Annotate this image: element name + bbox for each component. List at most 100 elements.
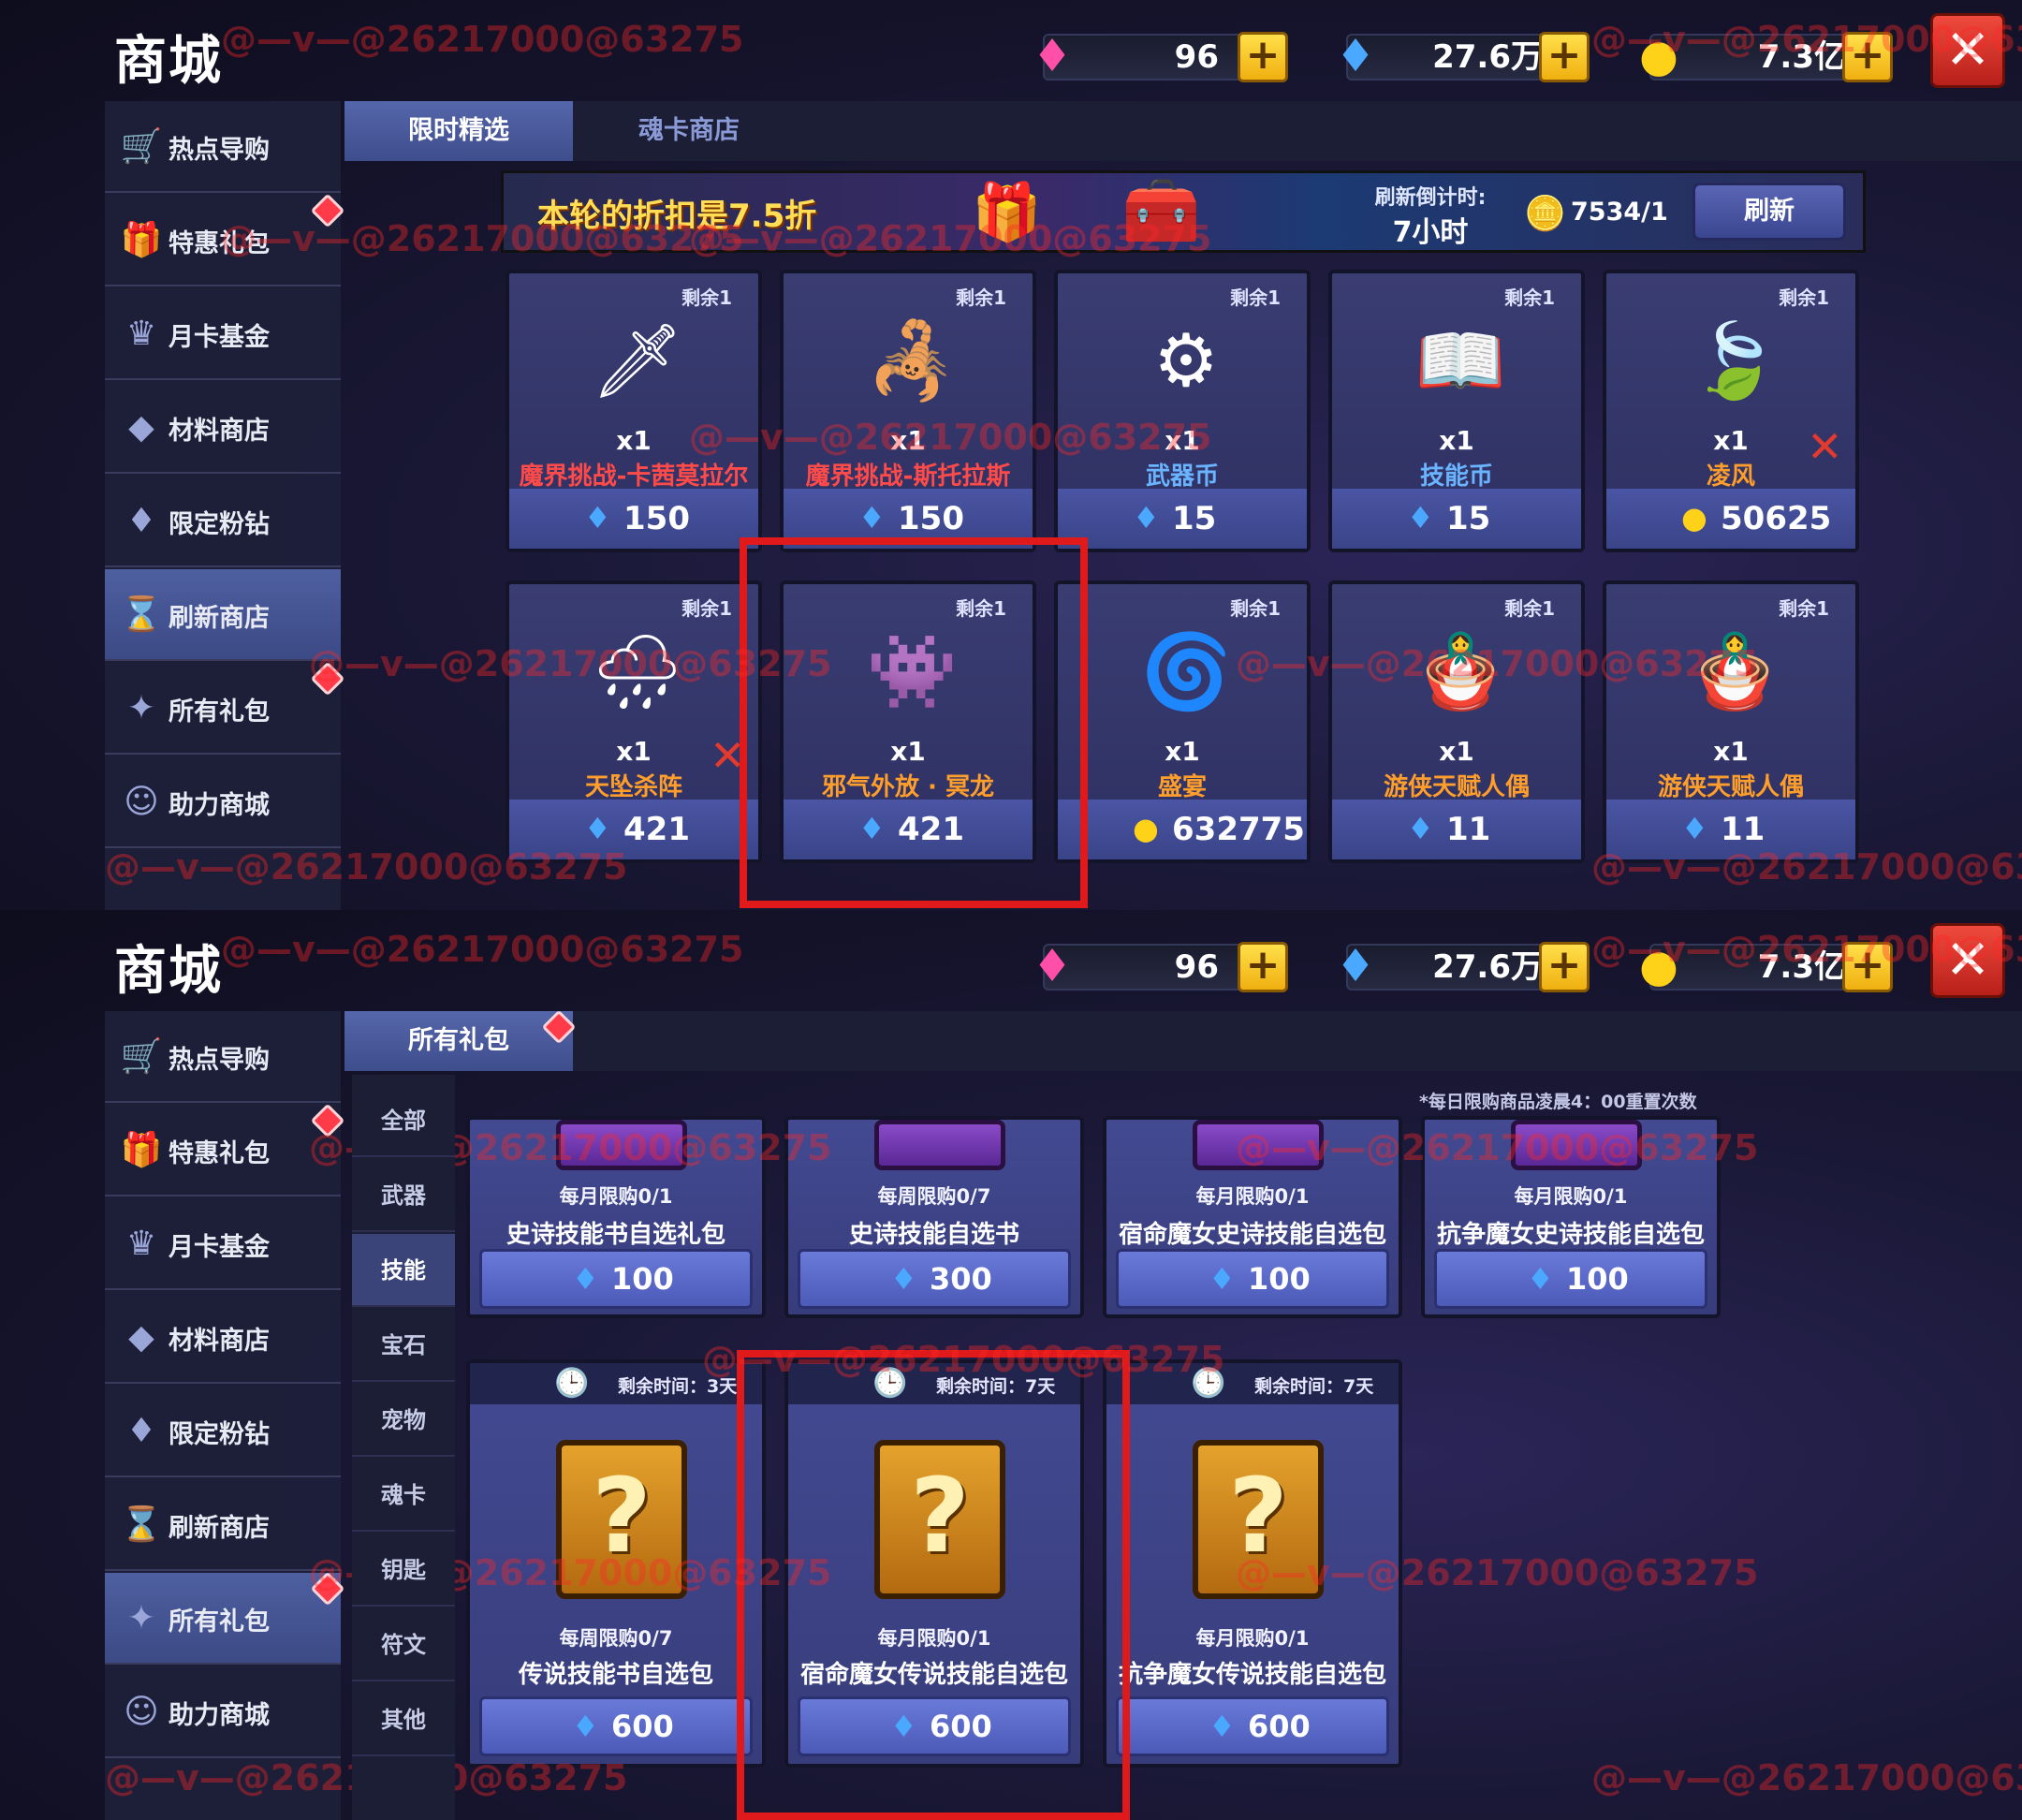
add-diamond-button[interactable]: + [1539,32,1590,82]
tab-limited-picks[interactable]: 限时精选 [344,101,573,161]
shop-item-card[interactable]: 剩余1 🍃 x1 凌风 ● 50625 [1603,270,1859,552]
close-button[interactable]: ✕ [1930,923,2005,998]
gold-currency: ● 7.3亿 + [1631,938,1902,994]
diamond-icon: ♦ [1335,30,1376,82]
gift-price: 600 [611,1709,674,1744]
category-7[interactable]: 符文 [352,1608,455,1681]
price-button[interactable]: ♦ 421 [509,800,758,859]
sidebar-item-monthly-card[interactable]: ♛ 月卡基金 [105,288,341,380]
ranger-doll-icon: 🪆 [1414,630,1506,714]
item-name: 游侠天赋人偶 [1383,773,1530,801]
skill-book-icon [556,1120,687,1170]
add-diamond-button[interactable]: + [1539,942,1590,992]
sidebar-item-materials[interactable]: ◆ 材料商店 [105,1292,341,1384]
skill-coin-icon: 📖 [1414,319,1506,404]
purchase-limit: 每周限购0/7 [559,1627,673,1650]
shop-item-card[interactable]: 剩余1 🦂 x1 魔界挑战-斯托拉斯 ♦ 150 [780,270,1036,552]
tab-soul-card-shop[interactable]: 魂卡商店 [575,101,803,161]
price-button[interactable]: ● 632775 [1058,800,1307,859]
gift-pack-card[interactable]: 🕒 剩余时间：7天? 每月限购0/1 抗争魔女传说技能自选包 ♦ 600 [1103,1359,1402,1768]
remaining-time: 剩余时间：3天 [618,1376,738,1397]
sidebar-item-monthly-card[interactable]: ♛ 月卡基金 [105,1198,341,1290]
category-0[interactable]: 全部 [352,1084,455,1157]
remaining-time-bar: 🕒 剩余时间：3天 [470,1363,762,1404]
item-name: 盛宴 [1157,773,1207,801]
sidebar-item-support-shop[interactable]: ☺ 助力商城 [105,1666,341,1758]
diamond-icon: ♦ [1527,1261,1554,1297]
add-pink-gem-button[interactable]: + [1238,32,1288,82]
category-2[interactable]: 技能 [352,1234,455,1307]
hourglass-icon: ⌛ [120,1505,163,1544]
gift-pack-card[interactable]: 每月限购0/1 抗争魔女史诗技能自选包 ♦ 100 [1421,1116,1721,1318]
diamond-icon: ♦ [1407,811,1434,846]
buy-button[interactable]: ♦ 100 [1116,1249,1389,1309]
category-1[interactable]: 武器 [352,1159,455,1232]
sidebar-item-all-gifts[interactable]: ✦ 所有礼包 [105,663,341,755]
gem-icon: ◆ [128,408,154,447]
item-price: 421 [623,811,690,848]
weapon-coin-icon: ⚙ [1153,319,1219,404]
item-name: 武器币 [1145,462,1219,491]
buy-button[interactable]: ♦ 100 [479,1249,753,1309]
price-button[interactable]: ♦ 15 [1058,489,1307,549]
shop-item-card[interactable]: 剩余1 🌧 x1 天坠杀阵 ♦ 421 [506,580,762,863]
category-4[interactable]: 宠物 [352,1384,455,1457]
shop-item-card[interactable]: 剩余1 🗡 x1 魔界挑战-卡茜莫拉尔 ♦ 150 [506,270,762,552]
price-button[interactable]: ♦ 15 [1332,489,1581,549]
gift-pack-card[interactable]: 🕒 剩余时间：3天? 每周限购0/7 传说技能书自选包 ♦ 600 [466,1359,766,1768]
remaining-count: 剩余1 [1230,286,1281,309]
price-button[interactable]: ♦ 150 [509,489,758,549]
rain-skill-book-icon: 🌧 [591,630,684,714]
sidebar-item-hot[interactable]: 🛒 热点导购 [105,1011,341,1103]
shop-item-card[interactable]: 剩余1 🪆 x1 游侠天赋人偶 ♦ 11 [1328,580,1585,863]
sparkle-icon: ✦ [126,689,156,727]
price-button[interactable]: ♦ 11 [1606,800,1855,859]
category-3[interactable]: 宝石 [352,1309,455,1382]
shop-item-card[interactable]: 剩余1 📖 x1 技能币 ♦ 15 [1328,270,1585,552]
gift-pack-card[interactable]: 每月限购0/1 史诗技能书自选礼包 ♦ 100 [466,1116,766,1318]
sidebar-item-support-shop[interactable]: ☺ 助力商城 [105,756,341,848]
add-gold-button[interactable]: + [1842,32,1893,82]
tab-all-gifts[interactable]: 所有礼包 [344,1011,573,1071]
shop-item-card[interactable]: 剩余1 ⚙ x1 武器币 ♦ 15 [1054,270,1311,552]
sidebar-item-refresh-shop[interactable]: ⌛ 刷新商店 [105,1479,341,1571]
gift-pack-card[interactable]: 每周限购0/7 史诗技能自选书 ♦ 300 [784,1116,1084,1318]
shop-item-card[interactable]: 剩余1 🌀 x1 盛宴 ● 632775 [1054,580,1311,863]
tab-bar: 限时精选 魂卡商店 [344,101,2022,161]
refresh-button[interactable]: 刷新 [1692,183,1846,241]
gift-icon: 🎁 [120,1131,163,1169]
sidebar-item-limited-pink[interactable]: ♦ 限定粉钻 [105,476,341,567]
add-gold-button[interactable]: + [1842,942,1893,992]
category-6[interactable]: 钥匙 [352,1534,455,1607]
buy-button[interactable]: ♦ 100 [1434,1249,1707,1309]
buy-button[interactable]: ♦ 300 [798,1249,1071,1309]
sidebar-item-special-pack[interactable]: 🎁 特惠礼包 [105,1105,341,1196]
buy-button[interactable]: ♦ 600 [479,1696,753,1756]
sidebar: 🛒 热点导购 🎁 特惠礼包 ♛ 月卡基金 ◆ 材料商店 ♦ 限定粉钻 ⌛ 刷新商店 ✦ 所有礼… [105,101,341,910]
add-pink-gem-button[interactable]: + [1238,942,1288,992]
close-button[interactable]: ✕ [1930,13,2005,88]
category-5[interactable]: 魂卡 [352,1459,455,1532]
sidebar-item-refresh-shop[interactable]: ⌛ 刷新商店 [105,569,341,661]
remaining-count: 剩余1 [1779,286,1829,309]
remaining-count: 剩余1 [681,597,732,620]
page-title: 商城 [114,941,223,1002]
price-button[interactable]: ● 50625 [1606,489,1855,549]
category-8[interactable]: 其他 [352,1683,455,1756]
remaining-count: 剩余1 [1779,597,1829,620]
sidebar-item-materials[interactable]: ◆ 材料商店 [105,382,341,474]
dragon-sword-icon: 🗡 [591,319,684,404]
buy-button[interactable]: ♦ 600 [1116,1696,1389,1756]
gift-pack-card[interactable]: 每月限购0/1 宿命魔女史诗技能自选包 ♦ 100 [1103,1116,1402,1318]
shop-item-card[interactable]: 剩余1 🪆 x1 游侠天赋人偶 ♦ 11 [1603,580,1859,863]
purchase-limit: 每周限购0/7 [877,1185,991,1208]
price-button[interactable]: ♦ 11 [1332,800,1581,859]
sidebar-item-hot[interactable]: 🛒 热点导购 [105,101,341,193]
sidebar-item-all-gifts[interactable]: ✦ 所有礼包 [105,1573,341,1665]
diamond-outline-icon: ♦ [125,502,157,540]
sidebar-item-special-pack[interactable]: 🎁 特惠礼包 [105,195,341,286]
cart-icon: 🛒 [120,127,163,166]
sidebar-item-limited-pink[interactable]: ♦ 限定粉钻 [105,1386,341,1477]
item-price: 11 [1721,811,1766,848]
clock-icon: 🕒 [1191,1367,1226,1400]
